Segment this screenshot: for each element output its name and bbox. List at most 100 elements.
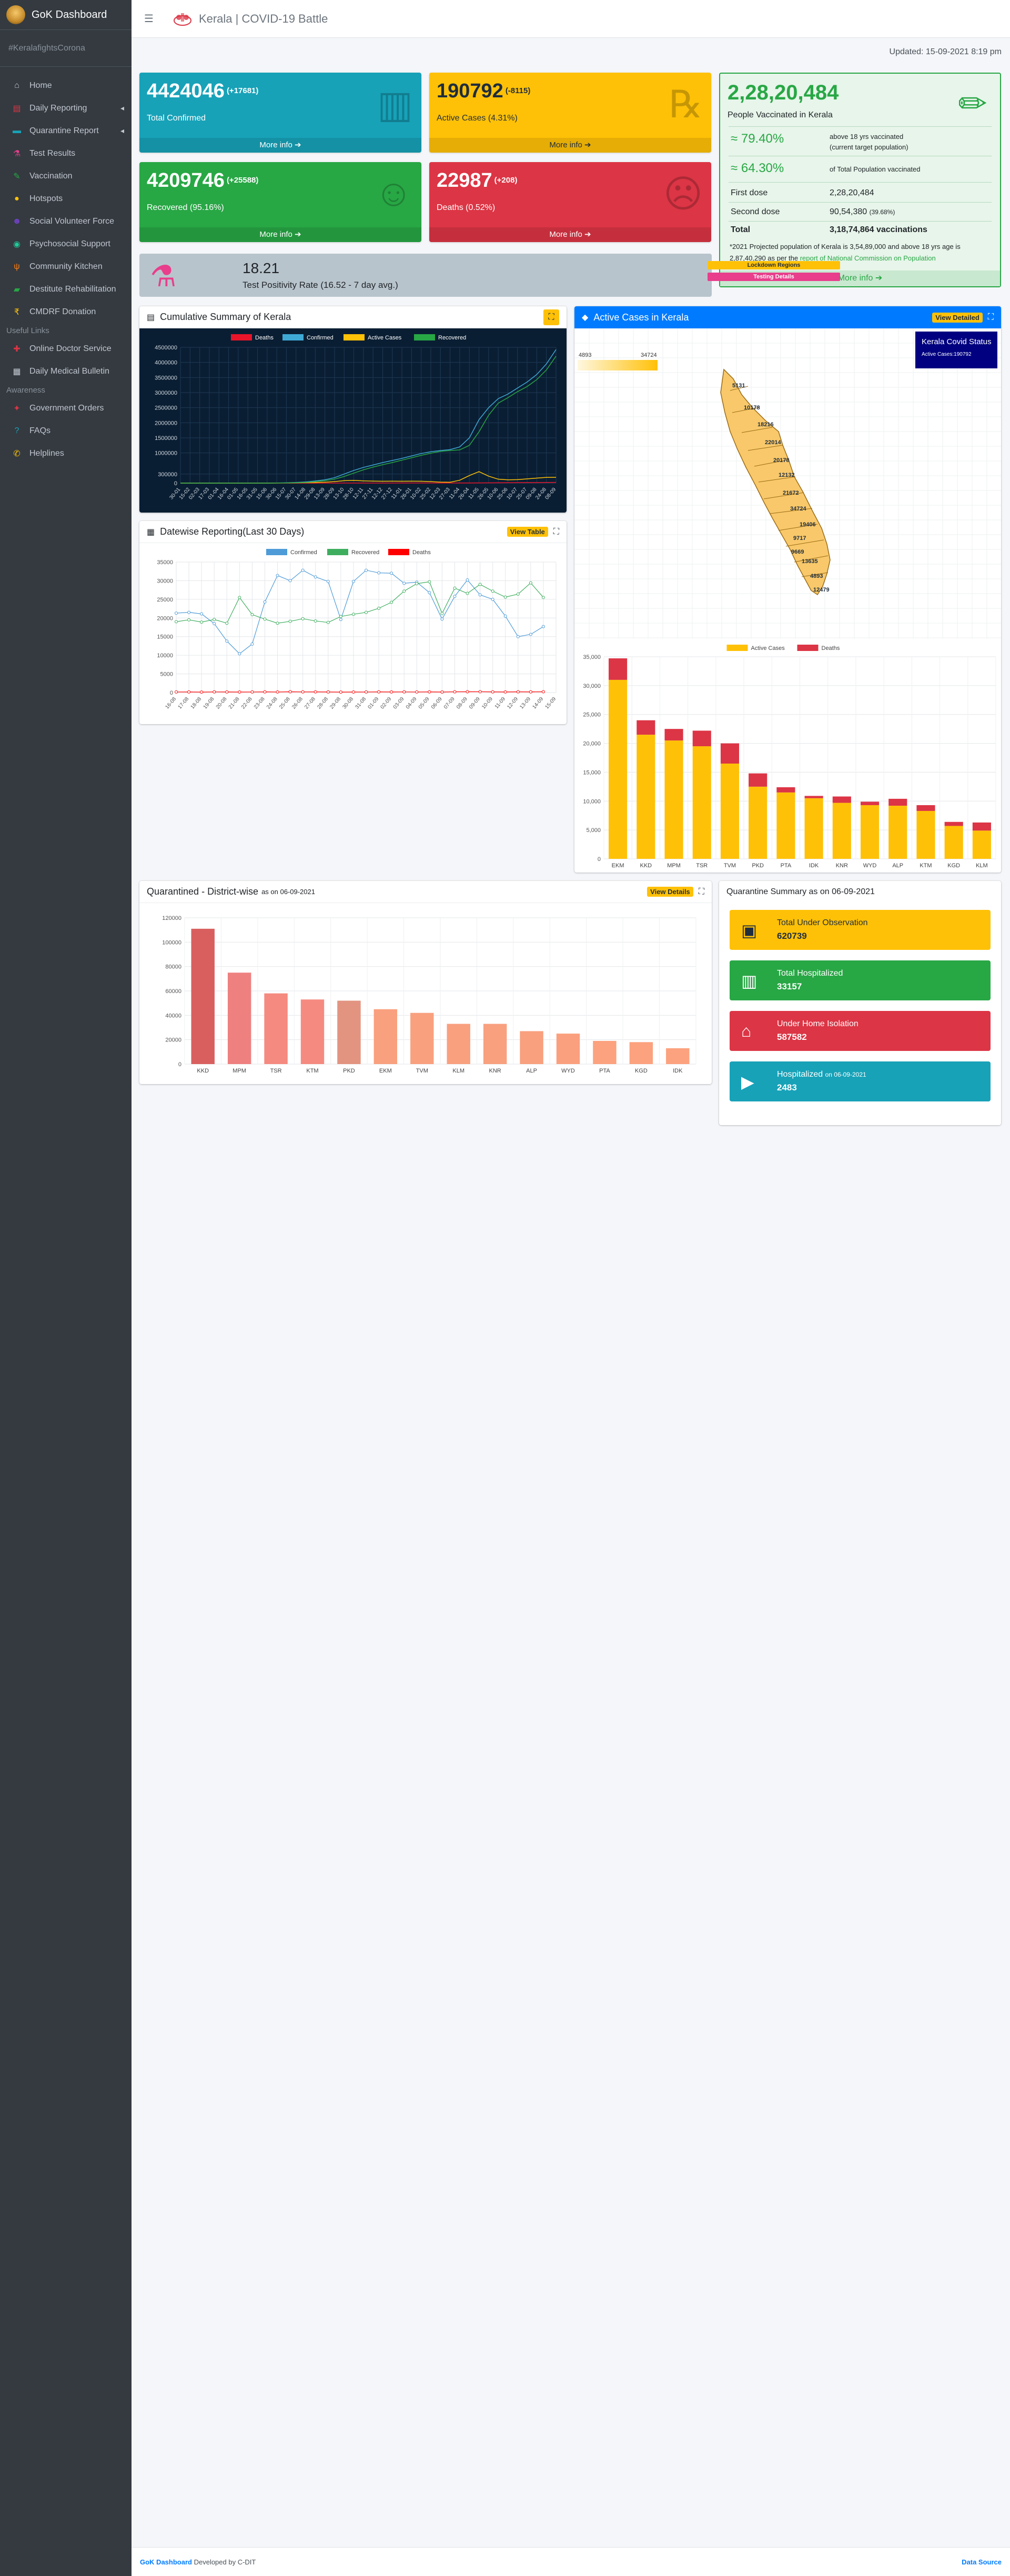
nav-header-useful-links: Useful Links <box>6 326 49 335</box>
sidebar-item-cmdrf-donation[interactable]: ₹ CMDRF Donation <box>0 300 132 323</box>
recovered-more-info-link[interactable]: More info ➔ <box>139 227 421 242</box>
x-tick-label: 08-09 <box>456 696 469 710</box>
bar-active-cases-knr <box>832 803 851 859</box>
footer-brand-link[interactable]: GoK Dashboard <box>140 2558 192 2566</box>
x-tick-label: PKD <box>752 863 764 869</box>
sidebar-item-helplines[interactable]: ✆ Helplines <box>0 442 132 465</box>
x-tick-label: 13-09 <box>519 696 532 710</box>
active-more-info-link[interactable]: More info ➔ <box>429 138 711 153</box>
data-point <box>301 568 305 572</box>
data-point <box>516 690 520 694</box>
x-tick-label: 19-08 <box>203 696 216 710</box>
bar-deaths-tsr <box>692 730 711 747</box>
qsummary-title: Quarantine Summary as on <box>726 887 830 896</box>
bar-value-alp <box>520 1031 543 1064</box>
data-source-link[interactable]: Data Source <box>962 2558 1002 2566</box>
sidebar-item-home[interactable]: ⌂ Home <box>0 74 132 97</box>
sidebar-item-daily-reporting[interactable]: ▤ Daily Reporting ◂ <box>0 97 132 119</box>
tpr-label: Test Positivity Rate (16.52 - 7 day avg.… <box>243 280 398 290</box>
data-point <box>326 579 330 583</box>
y-tick-label: 0 <box>178 1061 181 1068</box>
sidebar-item-faqs[interactable]: ? FAQs <box>0 419 132 442</box>
x-tick-label: KNR <box>836 863 848 869</box>
x-tick-label: 27-08 <box>304 696 317 710</box>
divider <box>729 126 992 127</box>
data-point <box>377 571 381 575</box>
x-tick-label: 22-08 <box>240 696 254 710</box>
data-point <box>377 606 381 610</box>
data-point <box>187 618 191 622</box>
qsummary-label: Hospitalized <box>777 1070 823 1079</box>
testing-details-button[interactable]: Testing Details <box>708 273 840 281</box>
doctor-icon: ✚ <box>13 344 21 354</box>
sidebar-item-label: CMDRF Donation <box>29 307 96 316</box>
sidebar-item-hotspots[interactable]: ● Hotspots <box>0 187 132 210</box>
bar-active-cases-idk <box>804 798 823 859</box>
test-positivity-strip: ⚗ 18.21 Test Positivity Rate (16.52 - 7 … <box>139 254 840 297</box>
bar-value-kkd <box>191 928 215 1064</box>
expand-icon[interactable]: ⛶ <box>988 313 994 322</box>
data-point <box>339 618 342 622</box>
expand-icon[interactable]: ⛶ <box>543 309 559 325</box>
data-point <box>541 596 545 599</box>
data-point <box>213 690 216 694</box>
cumulative-chart: 0 300000 1000000 1500000 2000000 2500000 30000… <box>139 328 567 513</box>
x-tick-label: 07-09 <box>443 696 456 710</box>
bar-active-cases-mpm <box>664 740 683 859</box>
sidebar-item-online-doctor-service[interactable]: ✚ Online Doctor Service <box>0 337 132 360</box>
deaths-label: Deaths (0.52%) <box>437 203 496 212</box>
sidebar-item-test-results[interactable]: ⚗ Test Results <box>0 142 132 165</box>
sidebar-item-social-volunteer-force[interactable]: ☻ Social Volunteer Force <box>0 210 132 233</box>
x-tick-label: IDK <box>673 1068 683 1074</box>
legend-label: Recovered <box>438 335 466 341</box>
data-point <box>377 690 381 694</box>
active-cases-card: ◆ Active Cases in Kerala View Detailed ⛶… <box>574 306 1001 873</box>
sidebar-item-quarantine-report[interactable]: ▬ Quarantine Report ◂ <box>0 119 132 142</box>
data-point <box>365 610 368 614</box>
data-point <box>503 614 507 618</box>
view-details-button[interactable]: View Details <box>647 887 693 897</box>
bar-value-ekm <box>373 1009 398 1064</box>
data-point <box>276 574 279 577</box>
y-tick-label: 60000 <box>165 988 181 995</box>
sidebar-item-label: FAQs <box>29 426 51 435</box>
bar-active-cases-pta <box>776 792 795 859</box>
sidebar-item-destitute-rehabilitation[interactable]: ▰ Destitute Rehabilitation <box>0 278 132 300</box>
confirmed-more-info-link[interactable]: More info ➔ <box>139 138 421 153</box>
data-point <box>288 619 292 623</box>
chart-background <box>139 328 567 513</box>
sidebar-item-government-orders[interactable]: ✦ Government Orders <box>0 397 132 419</box>
data-point <box>390 690 393 694</box>
sidebar-item-daily-medical-bulletin[interactable]: ▦ Daily Medical Bulletin <box>0 360 132 383</box>
y-tick-label: 5000 <box>160 671 173 678</box>
expand-icon[interactable]: ⛶ <box>699 887 704 897</box>
ambulance-icon: ▶ <box>741 1073 754 1091</box>
view-table-button[interactable]: View Table <box>507 527 548 537</box>
lightbulb-icon: ● <box>14 194 19 203</box>
deaths-more-info-link[interactable]: More info ➔ <box>429 227 711 242</box>
sad-face-icon: ☹ <box>663 173 703 215</box>
lockdown-regions-button[interactable]: Lockdown Regions <box>708 261 840 269</box>
sidebar-item-community-kitchen[interactable]: ψ Community Kitchen <box>0 255 132 278</box>
data-point <box>440 690 444 694</box>
sidebar-item-vaccination[interactable]: ✎ Vaccination <box>0 165 132 187</box>
utensils-icon: ψ <box>14 262 20 271</box>
hamburger-menu-icon[interactable]: ☰ <box>144 12 154 25</box>
legend-label: Recovered <box>351 549 379 556</box>
data-point <box>491 690 494 694</box>
kerala-map[interactable]: 4893 34724 Kerala Covid Status Active Cases… <box>574 328 1001 639</box>
x-tick-label: 30-08 <box>341 696 355 710</box>
view-detailed-button[interactable]: View Detailed <box>932 312 983 323</box>
nav-header-awareness: Awareness <box>6 386 45 395</box>
district-value-label: 20178 <box>773 457 790 464</box>
data-point <box>440 617 444 621</box>
sidebar-item-psychosocial-support[interactable]: ◉ Psychosocial Support <box>0 233 132 255</box>
adult-pct-label: above 18 yrs vaccinated <box>830 133 904 141</box>
expand-icon[interactable]: ⛶ <box>553 527 559 537</box>
sidebar-item-label: Test Results <box>29 148 76 158</box>
series-line-deaths <box>176 691 543 693</box>
x-tick-label: TVM <box>416 1068 428 1074</box>
brand-link[interactable]: GoK Dashboard <box>0 0 132 30</box>
legend-swatch <box>344 334 365 340</box>
qsummary-total-hospitalized: ▥ Total Hospitalized 33157 <box>730 960 991 1000</box>
